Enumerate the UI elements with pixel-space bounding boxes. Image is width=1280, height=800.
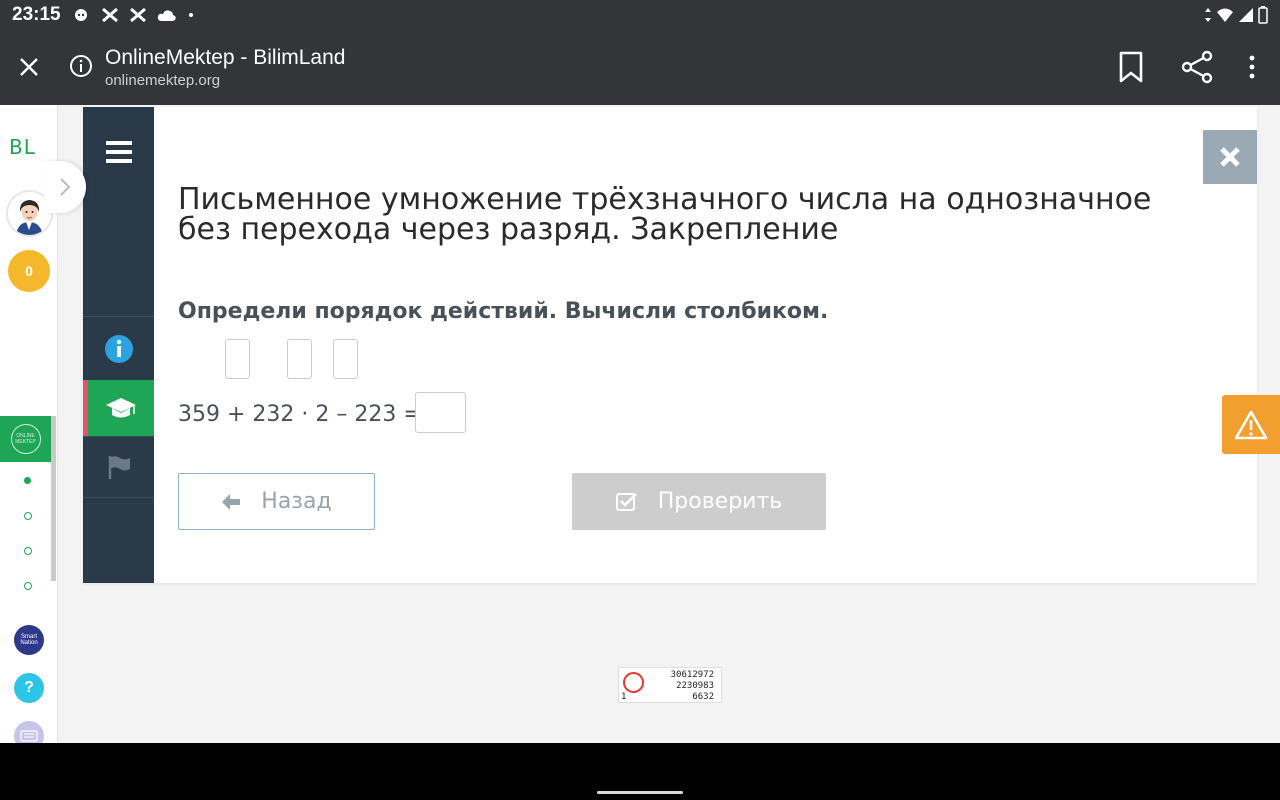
online-mektep-logo: ONLINE MEKTEP xyxy=(10,424,41,454)
app-icon xyxy=(101,7,118,23)
page-title: OnlineMektep - BilimLand xyxy=(105,46,346,69)
graduation-cap-icon xyxy=(106,398,136,418)
chevron-right-icon xyxy=(60,178,71,196)
back-button[interactable]: Назад xyxy=(178,473,375,530)
task-instruction: Определи порядок действий. Вычисли столб… xyxy=(178,299,829,324)
arrow-left-icon xyxy=(222,493,241,510)
rail-nav-dot-1[interactable] xyxy=(24,477,31,484)
smart-nation-button[interactable]: Smart Nation xyxy=(14,625,44,655)
chat-icon xyxy=(74,9,87,21)
order-input-2[interactable] xyxy=(287,339,312,379)
close-lesson-button[interactable] xyxy=(1203,130,1257,184)
system-icons xyxy=(1204,6,1268,24)
stamp-circle xyxy=(623,672,644,693)
browser-toolbar: OnlineMektep - BilimLand onlinemektep.or… xyxy=(0,30,1280,105)
app-icon-2 xyxy=(129,7,146,23)
help-button[interactable]: ? xyxy=(14,673,44,703)
status-bar: 23:15 xyxy=(0,0,1280,30)
signal-icon xyxy=(1239,8,1253,22)
warning-icon xyxy=(1234,410,1268,439)
lesson-info-button[interactable] xyxy=(83,318,154,380)
bilimland-logo[interactable]: BL xyxy=(9,135,36,159)
stamp-corner: 1 xyxy=(621,692,627,702)
close-icon xyxy=(1220,147,1240,167)
lesson-card: Письменное умножение трёхзначного числа … xyxy=(83,107,1257,583)
order-input-1[interactable] xyxy=(225,339,250,379)
lesson-title: Письменное умножение трёхзначного числа … xyxy=(178,182,1152,247)
system-nav-bar xyxy=(0,743,1280,800)
hamburger-icon xyxy=(105,141,132,163)
flag-icon xyxy=(108,456,130,479)
home-gesture-bar[interactable] xyxy=(597,791,683,794)
barcode-stamp: 30612972 2230983 6632 1 xyxy=(618,667,722,703)
lesson-sidebar xyxy=(83,107,154,583)
share-icon[interactable] xyxy=(1180,50,1214,84)
expand-rail-button[interactable] xyxy=(44,161,86,213)
web-page: BL 0 ONLINE MEKTEP Smart Nation ? Письме… xyxy=(0,105,1280,743)
stamp-line-3: 6632 xyxy=(692,692,714,702)
stamp-line-1: 30612972 xyxy=(670,670,714,680)
close-icon xyxy=(20,58,38,76)
battery-icon xyxy=(1258,6,1268,24)
check-button[interactable]: Проверить xyxy=(572,473,826,530)
data-arrows-icon xyxy=(1205,8,1211,22)
info-icon[interactable] xyxy=(69,54,93,78)
order-input-3[interactable] xyxy=(333,339,358,379)
status-time: 23:15 xyxy=(12,4,61,25)
rail-nav-dot-3[interactable] xyxy=(24,547,32,555)
rail-nav-dot-2[interactable] xyxy=(24,512,32,520)
wifi-icon xyxy=(1217,8,1233,22)
flag-tab[interactable] xyxy=(83,436,154,498)
notification-icons xyxy=(73,7,195,23)
dot-icon xyxy=(188,13,193,17)
close-tab-button[interactable] xyxy=(14,52,44,82)
report-problem-button[interactable] xyxy=(1222,395,1280,454)
page-url: onlinemektep.org xyxy=(105,72,221,89)
keyboard-button[interactable] xyxy=(14,721,44,743)
coin-counter[interactable]: 0 xyxy=(8,250,50,292)
keyboard-icon xyxy=(20,730,38,742)
checkbox-check-icon xyxy=(615,492,637,511)
rail-nav-dot-4[interactable] xyxy=(24,582,32,590)
learn-tab[interactable] xyxy=(83,380,154,436)
rail-scrollbar[interactable] xyxy=(51,416,56,581)
math-expression: 359 + 232 · 2 – 223 = xyxy=(178,402,422,427)
stamp-line-2: 2230983 xyxy=(676,681,714,691)
cloud-icon xyxy=(157,10,176,21)
bookmark-icon[interactable] xyxy=(1115,50,1147,84)
menu-button[interactable] xyxy=(83,107,154,317)
info-circle-icon xyxy=(104,335,133,363)
answer-input[interactable] xyxy=(415,392,466,433)
check-button-label: Проверить xyxy=(657,489,783,514)
more-menu-icon[interactable] xyxy=(1240,50,1264,84)
online-mektep-tab[interactable]: ONLINE MEKTEP xyxy=(0,416,51,462)
back-button-label: Назад xyxy=(261,489,332,514)
